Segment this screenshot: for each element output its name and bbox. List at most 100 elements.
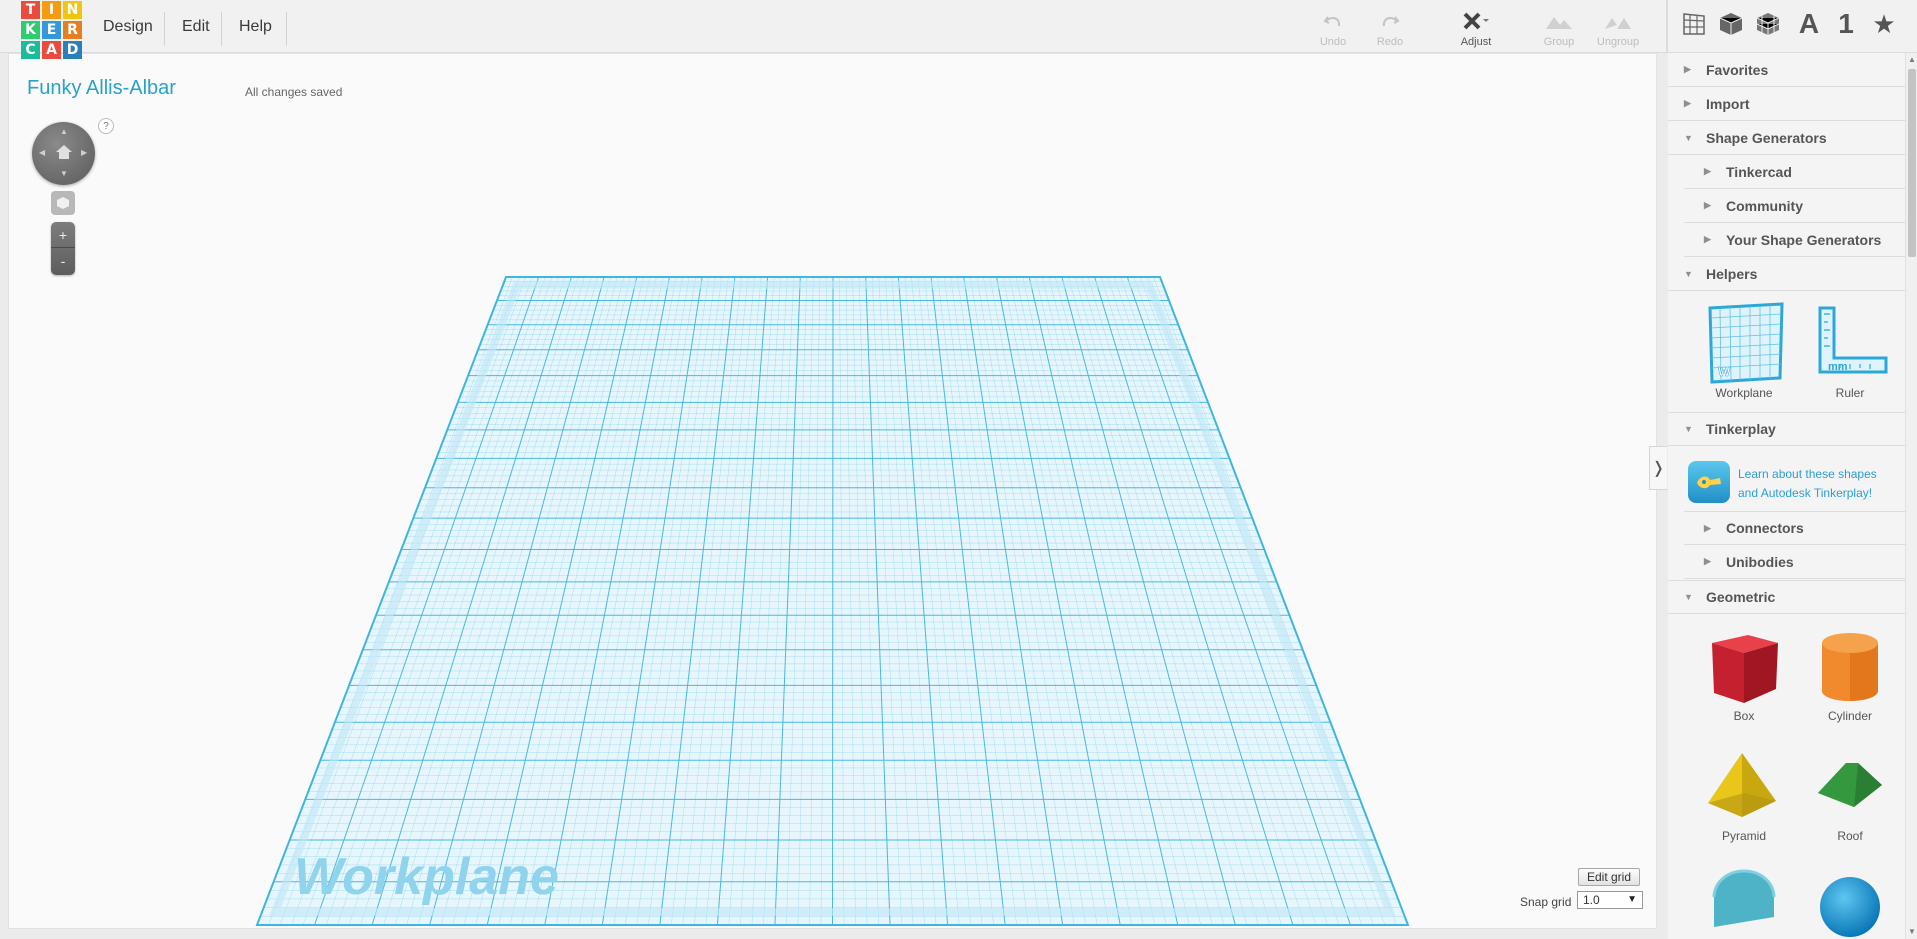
- ruler-unit: mm: [1828, 361, 1848, 373]
- workplane-grid[interactable]: Workplane: [9, 54, 1657, 929]
- half-cylinder-shape-icon: [1690, 861, 1798, 939]
- section-connectors[interactable]: ▶ Connectors: [1684, 511, 1905, 545]
- sphere-shape-icon: [1796, 861, 1904, 939]
- orbit-left-icon[interactable]: ◀: [39, 149, 45, 157]
- logo-letter: T: [21, 1, 40, 19]
- shape-box[interactable]: Box: [1690, 619, 1798, 723]
- sidebar-scrollbar[interactable]: ▲ ▼: [1905, 53, 1917, 939]
- wireframe-view-button[interactable]: [1752, 8, 1784, 40]
- zoom-out-button[interactable]: -: [51, 248, 75, 274]
- ungroup-icon: [1603, 10, 1633, 34]
- tinkerplay-promo[interactable]: Learn about these shapes and Autodesk Ti…: [1688, 459, 1894, 511]
- tinkercad-logo[interactable]: T I N K E R C A D: [21, 1, 82, 59]
- design-title[interactable]: Funky Allis-Albar: [27, 77, 176, 100]
- collapsed-triangle-icon: ▶: [1704, 556, 1711, 566]
- menu-help[interactable]: Help: [239, 0, 272, 53]
- design-canvas[interactable]: Workplane Funky Allis-Albar All changes …: [8, 53, 1657, 929]
- logo-letter: C: [21, 41, 40, 59]
- section-import[interactable]: ▶ Import: [1668, 87, 1905, 121]
- scroll-down-icon[interactable]: ▼: [1908, 927, 1916, 936]
- logo-letter: I: [42, 1, 61, 19]
- menu-divider: [221, 12, 222, 46]
- shape-roof[interactable]: Roof: [1796, 739, 1904, 843]
- shape-label: Roof: [1837, 829, 1863, 843]
- section-label: Connectors: [1726, 520, 1804, 536]
- ungroup-button[interactable]: Ungroup: [1590, 10, 1646, 48]
- orbit-down-icon[interactable]: ▼: [60, 170, 68, 178]
- logo-letter: D: [63, 41, 82, 59]
- view-orbit-control[interactable]: ▲ ▼ ◀ ▶: [32, 122, 95, 185]
- undo-icon: [1323, 10, 1343, 34]
- grid-view-icon: [1683, 13, 1705, 35]
- section-shape-generators[interactable]: ▼ Shape Generators: [1668, 121, 1905, 155]
- section-label: Import: [1706, 95, 1750, 112]
- menu-divider: [286, 12, 287, 46]
- shape-half-cylinder[interactable]: [1690, 861, 1798, 939]
- shape-sphere[interactable]: [1796, 861, 1904, 939]
- section-your-shape-generators[interactable]: ▶ Your Shape Generators: [1684, 223, 1905, 257]
- section-label: Unibodies: [1726, 553, 1794, 570]
- expanded-triangle-icon: ▼: [1684, 592, 1693, 602]
- group-label: Group: [1543, 36, 1575, 48]
- fit-view-button[interactable]: [51, 191, 75, 215]
- edit-grid-button[interactable]: Edit grid: [1578, 868, 1641, 886]
- menu-design[interactable]: Design: [103, 0, 153, 53]
- favorites-star-icon[interactable]: ★: [1868, 8, 1900, 40]
- shape-cylinder[interactable]: Cylinder: [1796, 619, 1904, 723]
- snap-grid-select[interactable]: 1.0 ▼: [1577, 891, 1643, 909]
- shapes-sidebar: ▶ Favorites ▶ Import ▼ Shape Generators ▶ Ti…: [1668, 53, 1905, 939]
- grid-view-button[interactable]: [1678, 8, 1710, 40]
- roof-shape-icon: [1796, 739, 1904, 835]
- expanded-triangle-icon: ▼: [1684, 424, 1693, 434]
- section-tinkerplay[interactable]: ▼ Tinkerplay: [1668, 412, 1905, 446]
- workplane-helper-icon: W: [1690, 296, 1798, 392]
- ungroup-label: Ungroup: [1596, 36, 1640, 48]
- cube-icon: [57, 197, 69, 209]
- helper-label: Workplane: [1715, 386, 1773, 400]
- logo-letter: A: [42, 41, 61, 59]
- section-helpers[interactable]: ▼ Helpers: [1668, 257, 1905, 291]
- adjust-tools-icon: [1461, 10, 1491, 34]
- scrollbar-thumb[interactable]: [1908, 69, 1916, 257]
- section-favorites[interactable]: ▶ Favorites: [1668, 53, 1905, 87]
- redo-button[interactable]: Redo: [1362, 10, 1418, 48]
- snap-grid-value: 1.0: [1583, 893, 1600, 907]
- adjust-button[interactable]: Adjust: [1448, 10, 1504, 48]
- shape-label: Box: [1733, 709, 1755, 723]
- tinkerplay-app-icon: [1688, 461, 1730, 503]
- nav-help-icon[interactable]: ?: [98, 118, 114, 134]
- section-label: Geometric: [1706, 589, 1776, 605]
- text-shape-button[interactable]: A: [1793, 8, 1825, 40]
- pyramid-shape-icon: [1690, 739, 1798, 835]
- wireframe-view-icon: [1756, 13, 1780, 35]
- toolbar-divider: [1666, 0, 1668, 53]
- redo-label: Redo: [1376, 36, 1404, 48]
- collapsed-triangle-icon: ▶: [1684, 64, 1691, 74]
- number-shape-button[interactable]: 1: [1830, 8, 1862, 40]
- solid-view-icon: [1719, 13, 1743, 35]
- helper-workplane[interactable]: W Workplane: [1690, 296, 1798, 400]
- box-shape-icon: [1690, 619, 1798, 715]
- shape-pyramid[interactable]: Pyramid: [1690, 739, 1798, 843]
- orbit-up-icon[interactable]: ▲: [60, 128, 68, 136]
- expanded-triangle-icon: ▼: [1684, 132, 1693, 143]
- orbit-right-icon[interactable]: ▶: [81, 149, 87, 157]
- redo-icon: [1380, 10, 1400, 34]
- helper-label: Ruler: [1835, 386, 1865, 400]
- section-tinkercad[interactable]: ▶ Tinkercad: [1684, 155, 1905, 189]
- helper-ruler[interactable]: mm Ruler: [1796, 296, 1904, 400]
- zoom-in-button[interactable]: +: [51, 222, 75, 248]
- section-community[interactable]: ▶ Community: [1684, 189, 1905, 223]
- solid-view-button[interactable]: [1715, 8, 1747, 40]
- section-unibodies[interactable]: ▶ Unibodies: [1684, 545, 1905, 579]
- group-button[interactable]: Group: [1531, 10, 1587, 48]
- tinkerplay-link[interactable]: Learn about these shapes and Autodesk Ti…: [1738, 465, 1898, 503]
- collapse-sidebar-button[interactable]: ❭: [1649, 446, 1667, 490]
- shape-label: Cylinder: [1827, 709, 1872, 723]
- menu-edit[interactable]: Edit: [182, 0, 210, 53]
- section-geometric[interactable]: ▼ Geometric: [1668, 580, 1905, 614]
- undo-button[interactable]: Undo: [1305, 10, 1361, 48]
- section-label: Your Shape Generators: [1726, 231, 1882, 248]
- home-view-icon[interactable]: [55, 144, 73, 160]
- scroll-up-icon[interactable]: ▲: [1908, 55, 1916, 64]
